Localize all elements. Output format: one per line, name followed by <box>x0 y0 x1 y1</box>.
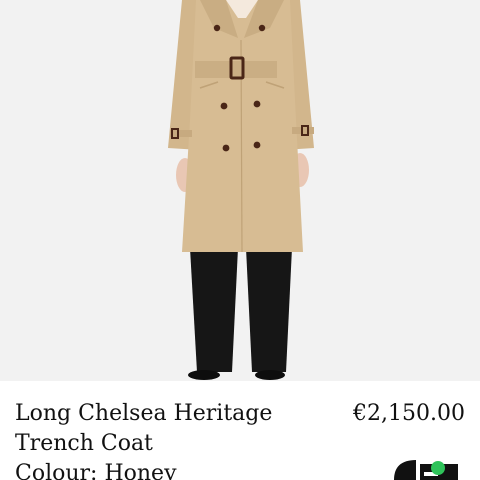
brand-badge-icon[interactable] <box>390 458 462 480</box>
product-title[interactable]: Long Chelsea Heritage Trench Coat <box>15 399 335 459</box>
product-price: €2,150.00 <box>353 401 465 426</box>
product-colour: Colour: Honey <box>15 461 177 480</box>
green-dot-icon <box>431 461 445 475</box>
model-illustration <box>168 0 314 380</box>
product-page: Long Chelsea Heritage Trench Coat €2,150… <box>0 0 480 480</box>
product-image[interactable] <box>0 0 480 381</box>
